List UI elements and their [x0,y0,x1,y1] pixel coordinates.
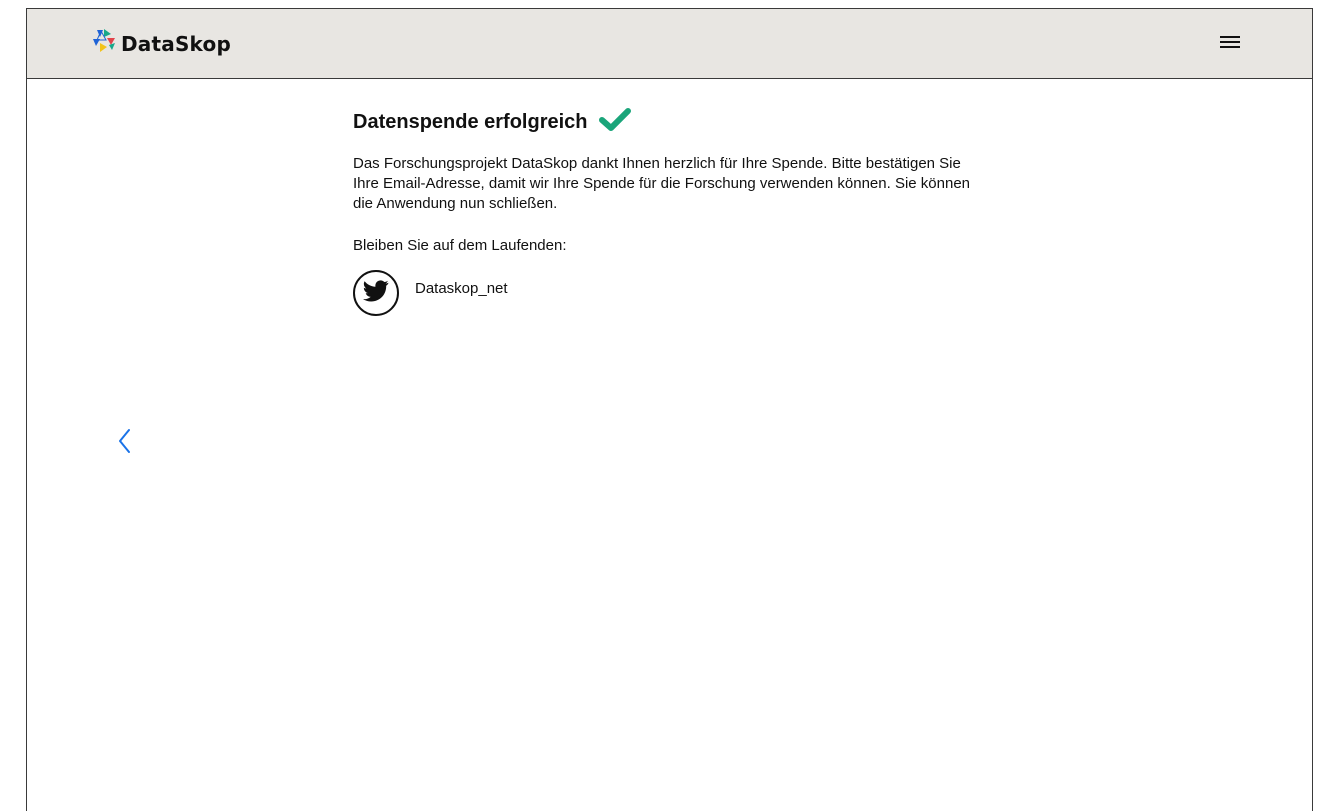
app-window: DataSkop Datenspende erfolgreich Das For… [26,8,1313,811]
hamburger-menu-button[interactable] [1218,33,1242,55]
success-message: Das Forschungsprojekt DataSkop dankt Ihn… [353,155,970,212]
brand-name: DataSkop [121,31,231,56]
stay-updated-label: Bleiben Sie auf dem Laufenden: [353,237,567,254]
header-bar: DataSkop [27,9,1312,79]
checkmark-icon [598,107,632,138]
dataskop-logo-icon [91,28,117,59]
back-button[interactable] [114,425,138,457]
success-panel: Datenspende erfolgreich Das Forschungspr… [353,107,973,316]
twitter-handle: Dataskop_net [415,279,508,297]
twitter-icon [363,279,389,307]
brand[interactable]: DataSkop [91,28,231,59]
twitter-link[interactable]: Dataskop_net [353,270,973,316]
hamburger-menu-icon [1220,35,1240,54]
title-row: Datenspende erfolgreich [353,107,973,138]
twitter-icon-circle [353,270,399,316]
page-title: Datenspende erfolgreich [353,111,588,133]
chevron-left-icon [114,429,138,461]
